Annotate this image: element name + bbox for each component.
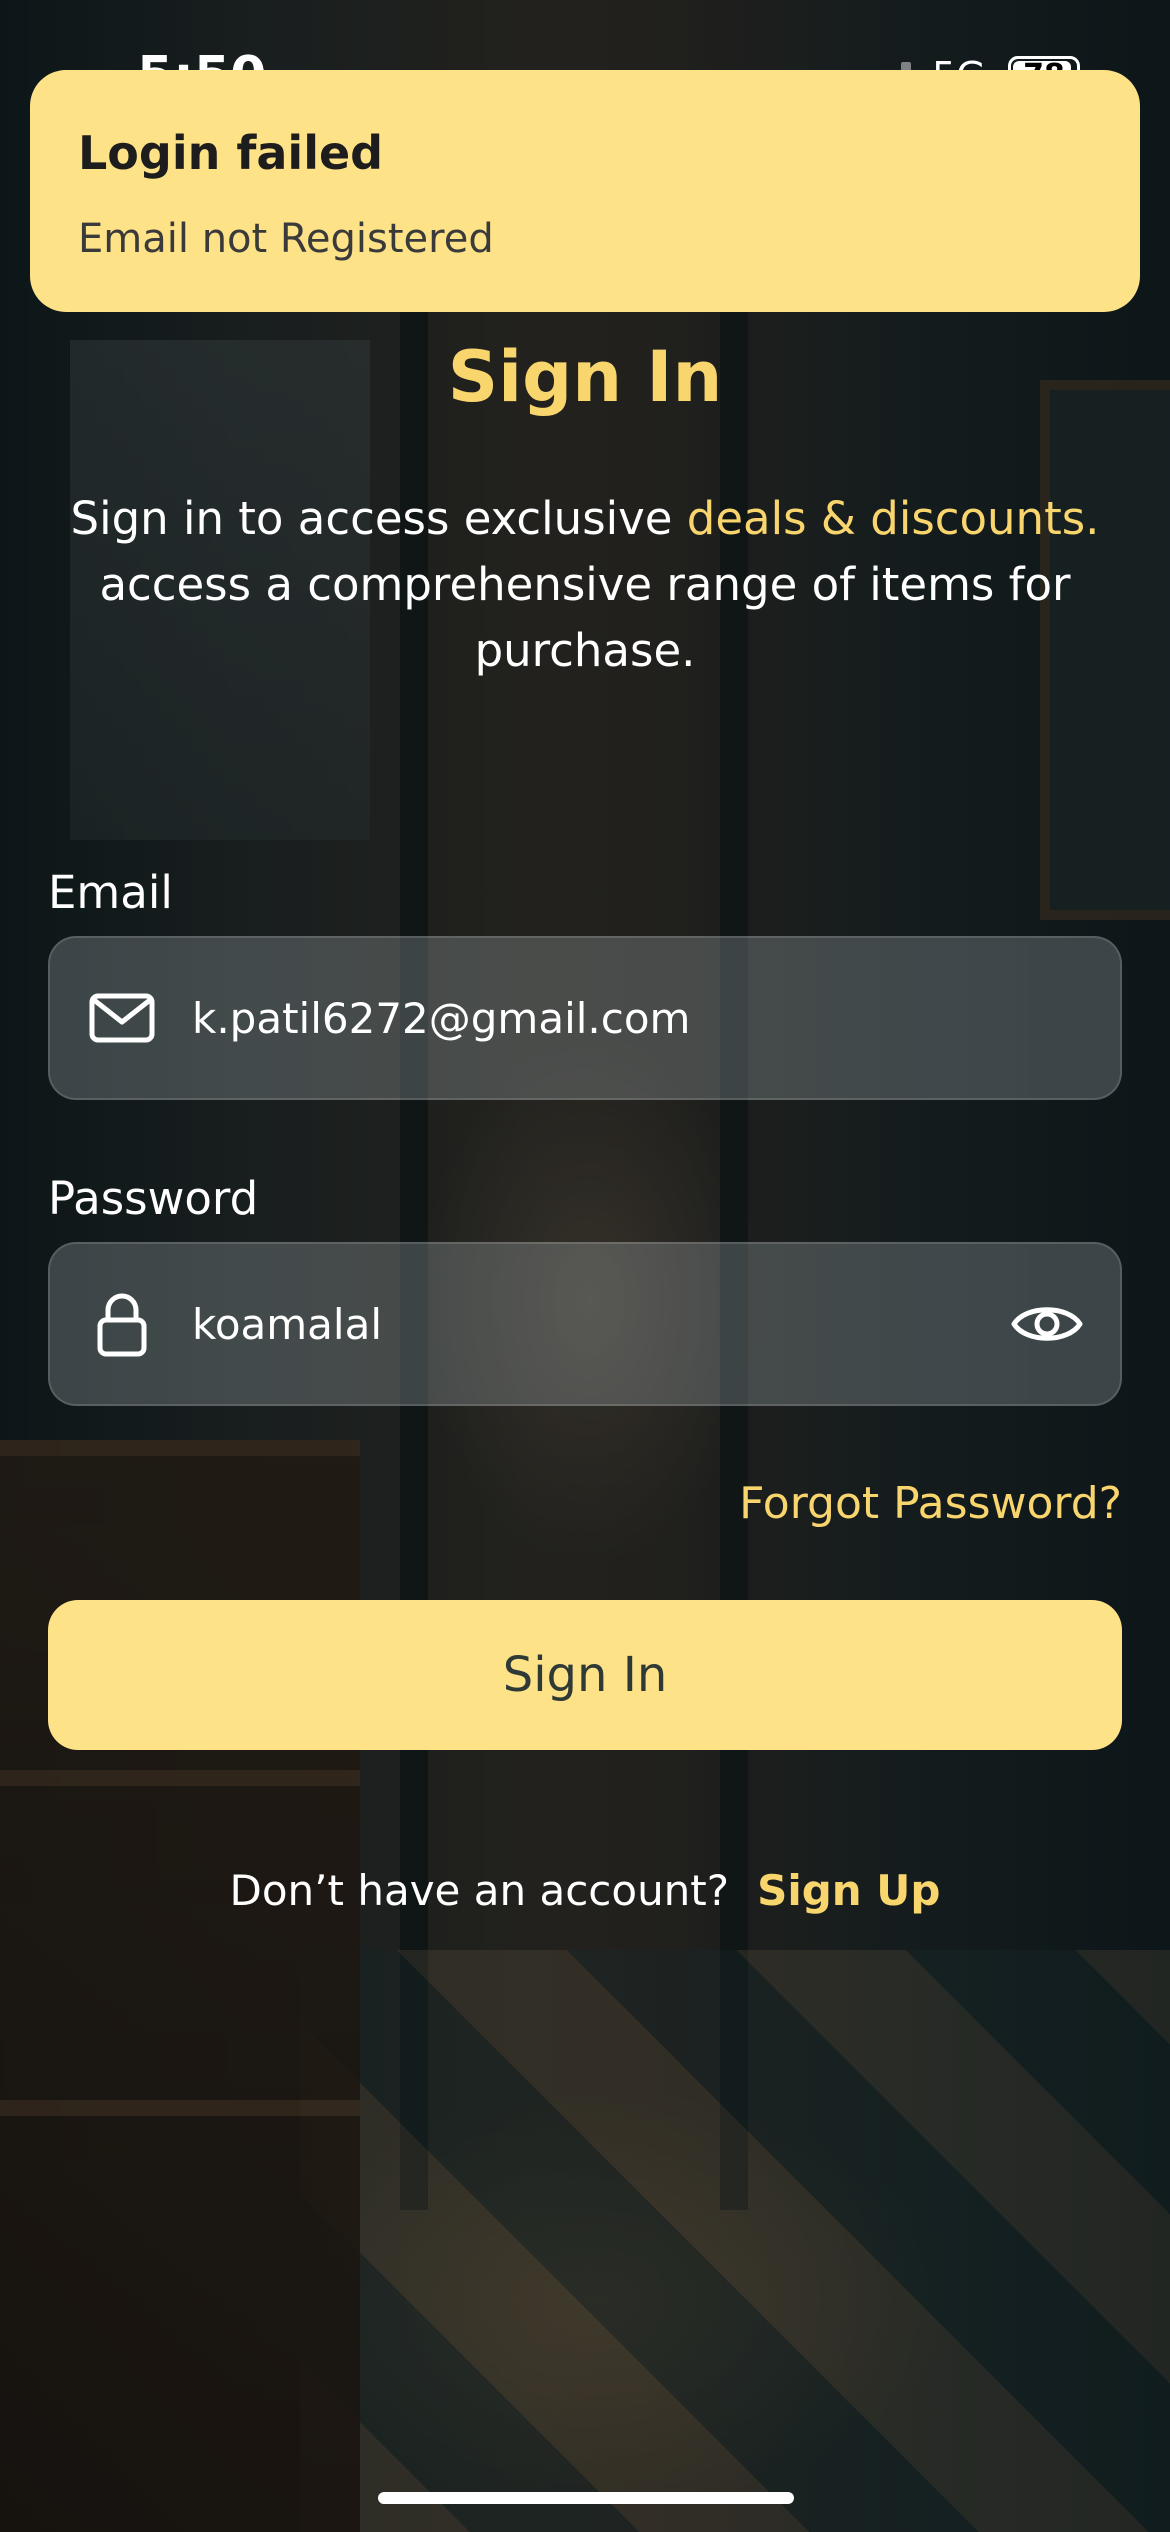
eye-icon[interactable] [1010, 1297, 1084, 1351]
mail-icon [89, 993, 155, 1043]
error-toast[interactable]: Login failed Email not Registered [30, 70, 1140, 312]
forgot-password-link[interactable]: Forgot Password? [739, 1478, 1122, 1529]
toast-message: Email not Registered [78, 216, 494, 262]
lock-icon [97, 1293, 147, 1357]
subtitle-highlight: deals & discounts. [686, 492, 1100, 545]
password-input[interactable] [192, 1244, 980, 1404]
email-input[interactable] [192, 938, 980, 1098]
page-subtitle: Sign in to access exclusive deals & disc… [40, 486, 1130, 684]
password-label: Password [48, 1172, 259, 1225]
email-field[interactable] [48, 936, 1122, 1100]
signup-question: Don’t have an account? [229, 1866, 730, 1915]
subtitle-text: Sign in to access exclusive [70, 492, 687, 545]
signup-row: Don’t have an account? Sign Up [0, 1866, 1170, 1915]
password-field[interactable] [48, 1242, 1122, 1406]
sign-up-link[interactable]: Sign Up [757, 1866, 940, 1915]
home-indicator[interactable] [378, 2492, 794, 2504]
page-title: Sign In [447, 336, 723, 418]
email-label: Email [48, 866, 173, 919]
sign-in-button[interactable]: Sign In [48, 1600, 1122, 1750]
toast-title: Login failed [78, 126, 384, 180]
subtitle-text-2: access a comprehensive range of items fo… [99, 558, 1071, 677]
